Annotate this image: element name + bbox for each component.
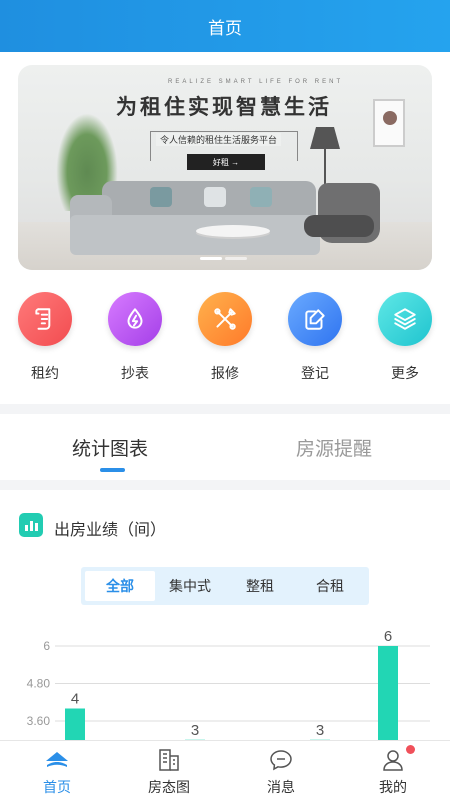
quick-action-contract[interactable]: 租约 — [10, 292, 80, 383]
quick-action-label: 抄表 — [121, 365, 149, 381]
bottom-tabbar: 首页 房态图 消息 我的 — [0, 740, 450, 800]
quick-action-more[interactable]: 更多 — [370, 292, 440, 383]
y-tick-label: 6 — [43, 639, 50, 653]
register-edit-icon — [288, 292, 342, 346]
carousel-dot[interactable] — [200, 257, 222, 260]
page-title: 首页 — [208, 18, 242, 38]
bar-value-label: 3 — [316, 722, 324, 739]
building-icon — [155, 747, 183, 773]
quick-action-label: 报修 — [211, 365, 239, 381]
chart-filter-segment: 全部 集中式 整租 合租 — [81, 567, 369, 605]
chart-title: 出房业绩（间） — [54, 522, 167, 539]
promo-banner[interactable]: REALIZE SMART LIFE FOR RENT 为租住实现智慧生活 令人… — [18, 65, 432, 270]
bar-value-label: 4 — [71, 691, 79, 708]
banner-small-caps: REALIZE SMART LIFE FOR RENT — [168, 79, 344, 85]
tabbar-room-status[interactable]: 房态图 — [124, 741, 214, 800]
armchair-seat — [304, 215, 374, 237]
bar-value-label: 6 — [384, 630, 392, 645]
pillow — [204, 187, 226, 207]
repair-tools-icon — [198, 292, 252, 346]
tabbar-label: 房态图 — [148, 779, 190, 795]
tabbar-home[interactable]: 首页 — [12, 741, 102, 800]
quick-action-register[interactable]: 登记 — [280, 292, 350, 383]
filter-all[interactable]: 全部 — [85, 571, 155, 601]
tabbar-label: 消息 — [267, 779, 295, 795]
y-tick-label: 4.80 — [27, 677, 51, 691]
contract-icon — [18, 292, 72, 346]
tabbar-messages[interactable]: 消息 — [236, 741, 326, 800]
tab-statistics[interactable]: 统计图表 — [72, 434, 148, 461]
quick-action-label: 租约 — [31, 365, 59, 381]
active-tab-indicator — [100, 468, 125, 472]
bar-chart: 6 4.80 3.60 4 3 3 6 — [27, 630, 430, 740]
notification-badge — [406, 745, 415, 754]
banner-button[interactable]: 好租 → — [187, 154, 265, 170]
quick-action-repair[interactable]: 报修 — [190, 292, 260, 383]
filter-whole-rent[interactable]: 整租 — [225, 571, 295, 601]
banner-subtitle: 令人信赖的租住生活服务平台 — [156, 133, 282, 146]
banner-title: 为租住实现智慧生活 — [116, 94, 332, 119]
filter-shared-rent[interactable]: 合租 — [295, 571, 365, 601]
coffee-table-image — [196, 225, 270, 237]
pillow — [250, 187, 272, 207]
content-tabs: 统计图表 房源提醒 — [0, 414, 450, 480]
wall-art-image — [373, 99, 405, 147]
bar — [65, 708, 85, 740]
quick-action-label: 更多 — [391, 365, 419, 381]
sofa-seat — [70, 215, 320, 255]
bar-value-label: 3 — [191, 722, 199, 739]
top-area: REALIZE SMART LIFE FOR RENT 为租住实现智慧生活 令人… — [0, 52, 450, 404]
bar-chart-icon — [19, 513, 43, 537]
meter-drop-icon — [108, 292, 162, 346]
carousel-dot[interactable] — [225, 257, 247, 260]
tabbar-mine[interactable]: 我的 — [348, 741, 438, 800]
user-icon — [379, 745, 415, 773]
quick-actions: 租约 抄表 报修 登记 更多 — [0, 288, 450, 388]
tabbar-label: 首页 — [43, 779, 71, 795]
chart-card: 出房业绩（间） 全部 集中式 整租 合租 6 4.80 3.60 4 3 3 6 — [0, 490, 450, 740]
carousel-indicator — [200, 257, 247, 260]
y-tick-label: 3.60 — [27, 714, 51, 728]
lamp-image — [310, 127, 340, 149]
quick-action-label: 登记 — [301, 365, 329, 381]
message-icon — [267, 747, 295, 773]
layers-icon — [378, 292, 432, 346]
app-header: 首页 — [0, 0, 450, 52]
quick-action-meter[interactable]: 抄表 — [100, 292, 170, 383]
filter-centralized[interactable]: 集中式 — [155, 571, 225, 601]
pillow — [150, 187, 172, 207]
tab-property-reminder[interactable]: 房源提醒 — [296, 434, 372, 461]
tabbar-label: 我的 — [379, 779, 407, 795]
home-icon — [43, 747, 71, 773]
bar — [378, 646, 398, 740]
